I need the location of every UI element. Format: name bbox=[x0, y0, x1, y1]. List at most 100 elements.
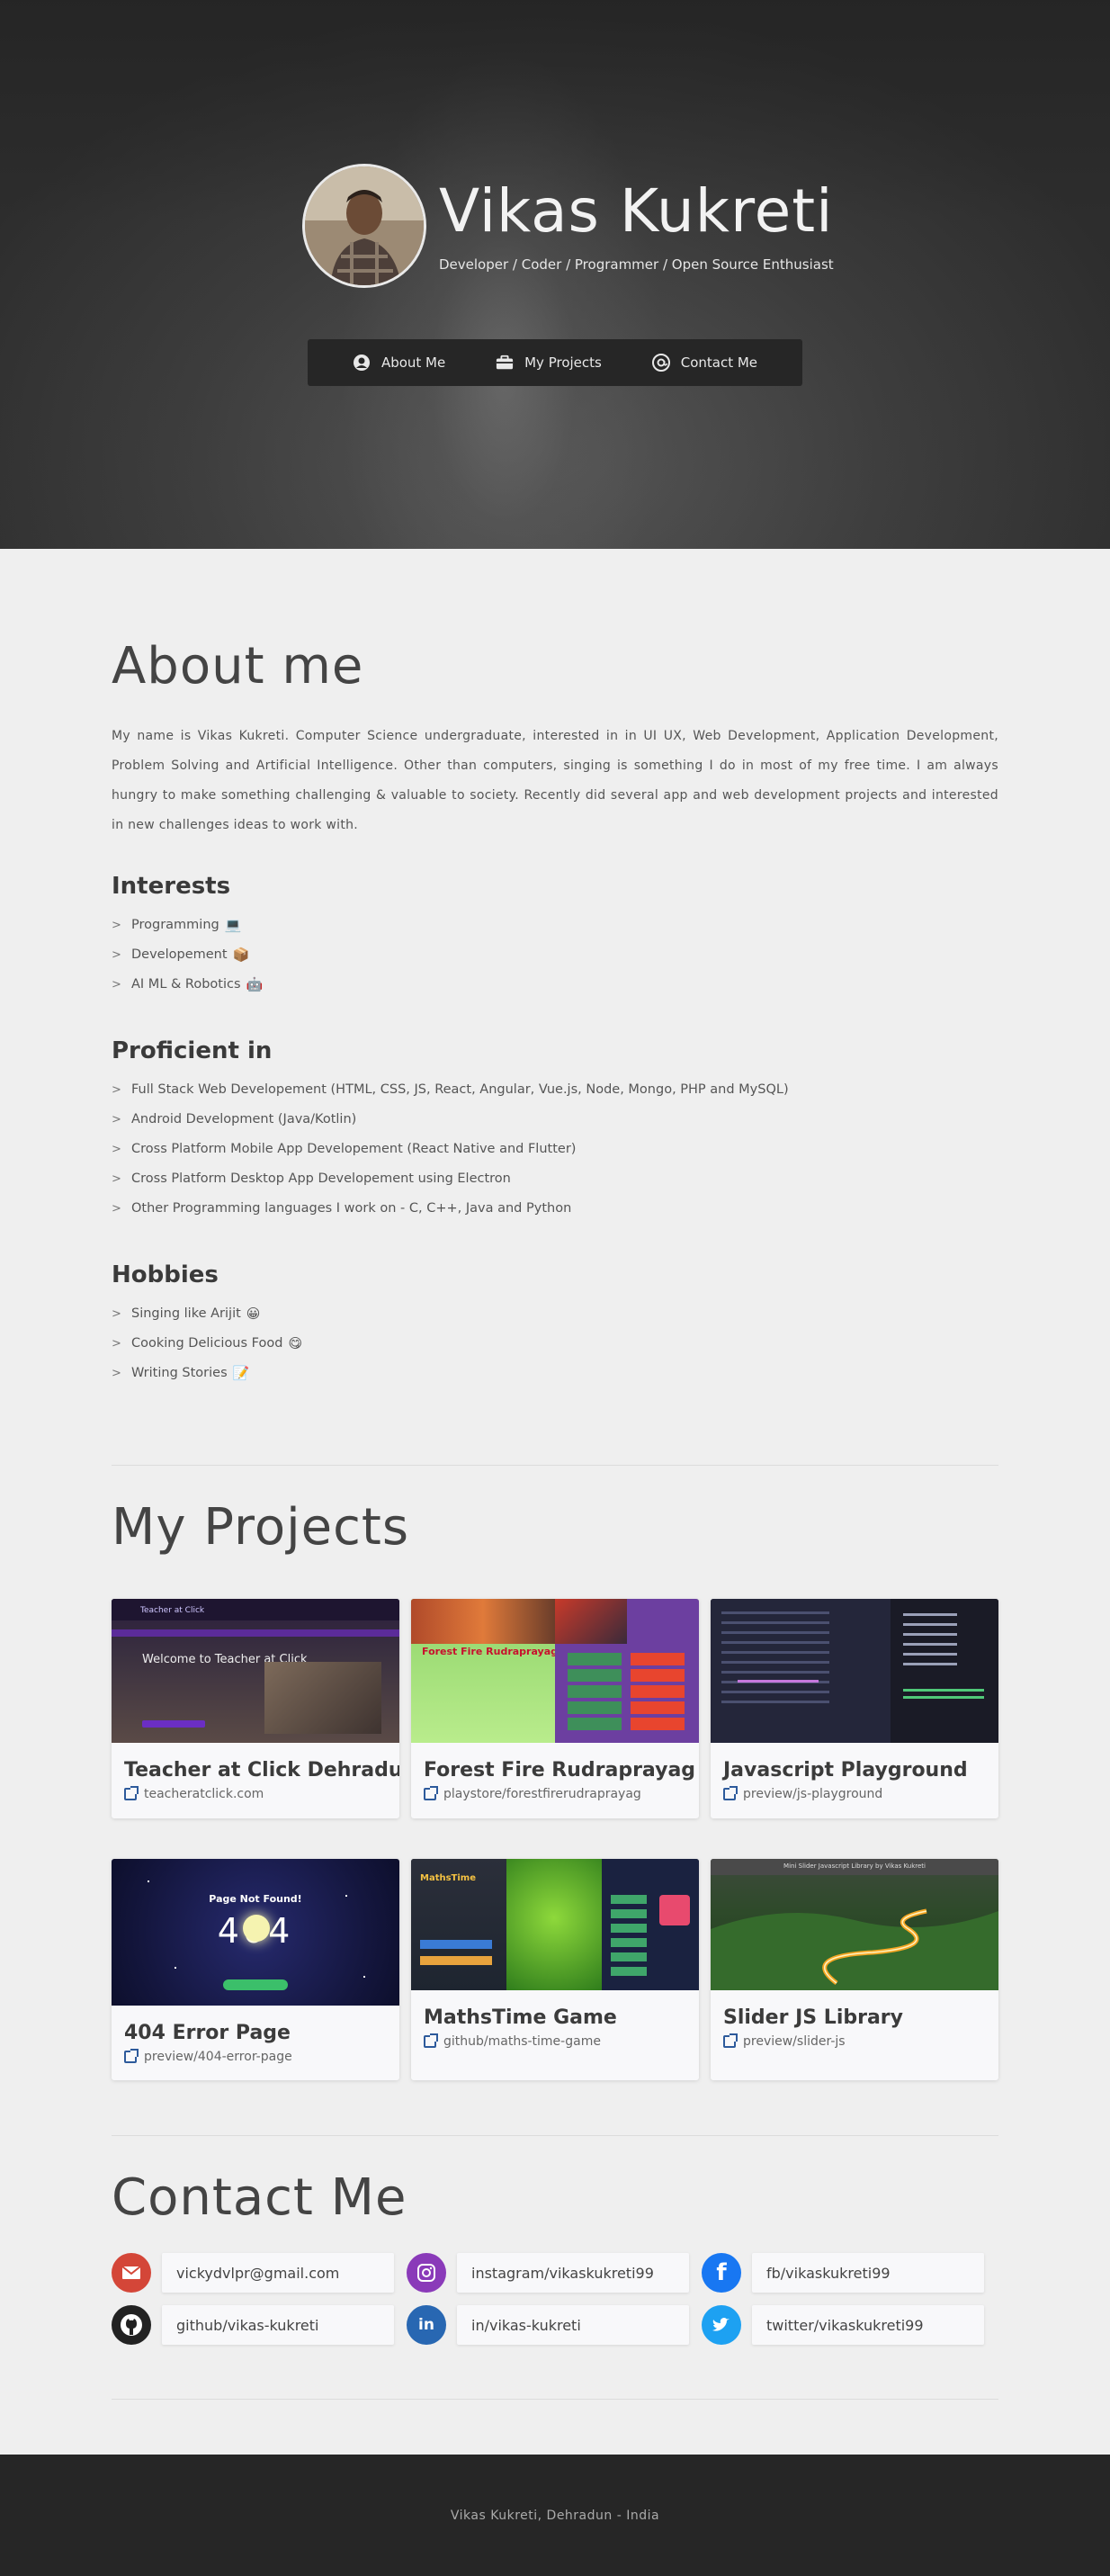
facebook-icon: f bbox=[702, 2253, 741, 2293]
project-card-forest-fire[interactable]: Forest Fire Rudraprayag Forest Fire Rudr… bbox=[411, 1599, 699, 1818]
contact-email-text: vickydvlpr@gmail.com bbox=[162, 2253, 394, 2293]
laptop-icon: 💻 bbox=[224, 917, 242, 933]
chevron-right-icon: > bbox=[112, 1083, 121, 1097]
interest-text: AI ML & Robotics bbox=[131, 977, 241, 992]
chevron-right-icon: > bbox=[112, 1113, 121, 1126]
hero-name: Vikas Kukreti bbox=[439, 176, 834, 246]
project-card-slider-js[interactable]: Mini Slider Javascript Library by Vikas … bbox=[711, 1859, 998, 2080]
interest-text: Developement bbox=[131, 947, 228, 962]
project-link[interactable]: teacheratclick.com bbox=[112, 1782, 399, 1801]
nav-about-me[interactable]: About Me bbox=[353, 354, 445, 372]
thumb-caption: MathsTime bbox=[420, 1873, 477, 1883]
project-card-teacher-at-click[interactable]: Teacher at Click Welcome to Teacher at C… bbox=[112, 1599, 399, 1818]
hobbies-block: Hobbies > Singing like Arijit 😀 > Cooking D… bbox=[112, 1261, 998, 1388]
proficient-title: Proficient in bbox=[112, 1037, 273, 1064]
contact-linkedin[interactable]: in in/vikas-kukreti bbox=[407, 2305, 689, 2345]
project-link[interactable]: preview/js-playground bbox=[711, 1782, 998, 1801]
list-item: > Writing Stories 📝 bbox=[112, 1359, 998, 1388]
project-card-js-playground[interactable]: Javascript Playground preview/js-playgro… bbox=[711, 1599, 998, 1818]
contact-github-text: github/vikas-kukreti bbox=[162, 2305, 394, 2345]
project-link-text: preview/slider-js bbox=[743, 2034, 846, 2049]
project-link[interactable]: github/maths-time-game bbox=[411, 2029, 699, 2049]
proficient-text: Android Development (Java/Kotlin) bbox=[131, 1112, 357, 1126]
hobby-text: Cooking Delicious Food bbox=[131, 1336, 283, 1351]
hero-banner: Vikas Kukreti Developer / Coder / Progra… bbox=[0, 0, 1110, 549]
contact-title: Contact Me bbox=[112, 2168, 407, 2227]
email-icon bbox=[112, 2253, 151, 2293]
about-paragraph-wrap: My name is Vikas Kukreti. Computer Scien… bbox=[112, 722, 998, 840]
project-title: Javascript Playground bbox=[723, 1759, 968, 1782]
chevron-right-icon: > bbox=[112, 1172, 121, 1186]
thumb-caption: Page Not Found! bbox=[209, 1893, 302, 1905]
contact-instagram[interactable]: instagram/vikaskukreti99 bbox=[407, 2253, 689, 2293]
avatar bbox=[302, 164, 426, 288]
divider bbox=[112, 2135, 998, 2136]
robot-icon: 🤖 bbox=[246, 976, 264, 992]
contact-twitter-text: twitter/vikaskukreti99 bbox=[752, 2305, 984, 2345]
hobby-text: Writing Stories bbox=[131, 1366, 228, 1380]
external-link-icon bbox=[723, 2033, 738, 2048]
project-thumbnail: Page Not Found! 404 bbox=[112, 1859, 399, 2006]
proficient-text: Other Programming languages I work on - … bbox=[131, 1201, 572, 1216]
chevron-right-icon: > bbox=[112, 948, 121, 962]
twitter-icon bbox=[702, 2305, 741, 2345]
hobbies-list: > Singing like Arijit 😀 > Cooking Delicious… bbox=[112, 1299, 998, 1388]
chevron-right-icon: > bbox=[112, 1307, 121, 1321]
divider bbox=[112, 2399, 998, 2400]
chevron-right-icon: > bbox=[112, 1367, 121, 1380]
contact-github[interactable]: github/vikas-kukreti bbox=[112, 2305, 394, 2345]
project-title: MathsTime Game bbox=[424, 2006, 617, 2029]
list-item: > Full Stack Web Developement (HTML, CSS,… bbox=[112, 1075, 998, 1105]
project-link[interactable]: preview/slider-js bbox=[711, 2029, 998, 2049]
instagram-icon bbox=[407, 2253, 446, 2293]
list-item: > Cooking Delicious Food 😋 bbox=[112, 1329, 998, 1359]
external-link-icon bbox=[424, 1786, 438, 1800]
proficient-block: Proficient in > Full Stack Web Developeme… bbox=[112, 1037, 998, 1224]
project-link-text: playstore/forestfirerudraprayag bbox=[443, 1787, 641, 1801]
project-link-text: preview/404-error-page bbox=[144, 2050, 292, 2064]
hero-nav: About Me My Projects Contact Me bbox=[308, 339, 802, 386]
nav-my-projects[interactable]: My Projects bbox=[496, 354, 602, 372]
divider bbox=[112, 1465, 998, 1466]
project-thumbnail: Teacher at Click Welcome to Teacher at C… bbox=[112, 1599, 399, 1743]
project-link[interactable]: preview/404-error-page bbox=[112, 2044, 399, 2064]
contact-facebook-text: fb/vikaskukreti99 bbox=[752, 2253, 984, 2293]
footer-text: Vikas Kukreti, Dehradun - India bbox=[450, 2508, 660, 2523]
nav-contact-me[interactable]: Contact Me bbox=[651, 354, 758, 372]
list-item: > Cross Platform Mobile App Developement … bbox=[112, 1135, 998, 1164]
nav-contact-label: Contact Me bbox=[680, 355, 758, 371]
list-item: > Cross Platform Desktop App Developement… bbox=[112, 1164, 998, 1194]
contact-email[interactable]: vickydvlpr@gmail.com bbox=[112, 2253, 394, 2293]
about-title: About me bbox=[112, 637, 364, 696]
thumb-caption: Forest Fire Rudraprayag bbox=[422, 1646, 559, 1657]
nav-projects-label: My Projects bbox=[524, 355, 602, 371]
list-item: > Singing like Arijit 😀 bbox=[112, 1299, 998, 1329]
winding-road-art bbox=[711, 1908, 998, 1990]
chevron-right-icon: > bbox=[112, 1202, 121, 1216]
proficient-text: Cross Platform Desktop App Developement … bbox=[131, 1171, 511, 1186]
contact-facebook[interactable]: f fb/vikaskukreti99 bbox=[702, 2253, 984, 2293]
chevron-right-icon: > bbox=[112, 1143, 121, 1156]
grinning-face-icon: 😀 bbox=[246, 1306, 261, 1322]
contact-twitter[interactable]: twitter/vikaskukreti99 bbox=[702, 2305, 984, 2345]
about-paragraph: My name is Vikas Kukreti. Computer Scien… bbox=[112, 729, 998, 832]
contact-linkedin-text: in/vikas-kukreti bbox=[457, 2305, 689, 2345]
github-icon bbox=[112, 2305, 151, 2345]
contact-instagram-text: instagram/vikaskukreti99 bbox=[457, 2253, 689, 2293]
chevron-right-icon: > bbox=[112, 919, 121, 932]
external-link-icon bbox=[424, 2033, 438, 2048]
project-card-404-page[interactable]: Page Not Found! 404 404 Error Page previ… bbox=[112, 1859, 399, 2080]
project-title: Forest Fire Rudraprayag bbox=[424, 1759, 696, 1782]
proficient-list: > Full Stack Web Developement (HTML, CSS,… bbox=[112, 1075, 998, 1224]
project-link[interactable]: playstore/forestfirerudraprayag bbox=[411, 1782, 699, 1801]
external-link-icon bbox=[124, 2049, 139, 2063]
yum-face-icon: 😋 bbox=[288, 1335, 303, 1351]
hero-overlay bbox=[0, 0, 1110, 549]
chevron-right-icon: > bbox=[112, 1337, 121, 1351]
hobby-text: Singing like Arijit bbox=[131, 1306, 241, 1321]
project-card-mathstime[interactable]: MathsTime MathsTime Game github/maths-ti… bbox=[411, 1859, 699, 2080]
hero-tagline: Developer / Coder / Programmer / Open So… bbox=[439, 256, 834, 273]
briefcase-icon bbox=[496, 354, 514, 372]
list-item: > Other Programming languages I work on -… bbox=[112, 1194, 998, 1224]
project-title: 404 Error Page bbox=[124, 2022, 291, 2044]
